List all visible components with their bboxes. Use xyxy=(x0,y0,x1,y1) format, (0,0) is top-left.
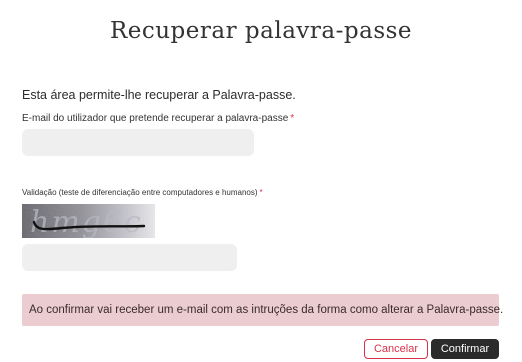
email-field-label: E-mail do utilizador que pretende recupe… xyxy=(22,113,294,124)
intro-text: Esta área permite-lhe recuperar a Palavr… xyxy=(22,88,296,102)
page-title: Recuperar palavra-passe xyxy=(109,18,413,44)
confirm-button[interactable]: Confirmar xyxy=(431,339,499,359)
required-marker: * xyxy=(290,113,295,124)
captcha-label-text: Validação (teste de diferenciação entre … xyxy=(22,188,258,197)
email-label-text: E-mail do utilizador que pretende recupe… xyxy=(22,113,289,124)
password-recovery-page: Recuperar palavra-passe Esta área permit… xyxy=(0,0,522,362)
cancel-button[interactable]: Cancelar xyxy=(364,339,428,359)
email-field[interactable] xyxy=(22,129,254,156)
captcha-field-label: Validação (teste de diferenciação entre … xyxy=(22,188,263,197)
required-marker: * xyxy=(259,188,263,197)
captcha-input[interactable] xyxy=(22,244,237,271)
captcha-text: hmg6c xyxy=(30,205,143,238)
captcha-image: hmg6c xyxy=(22,204,155,238)
info-notice: Ao confirmar vai receber um e-mail com a… xyxy=(22,294,503,326)
